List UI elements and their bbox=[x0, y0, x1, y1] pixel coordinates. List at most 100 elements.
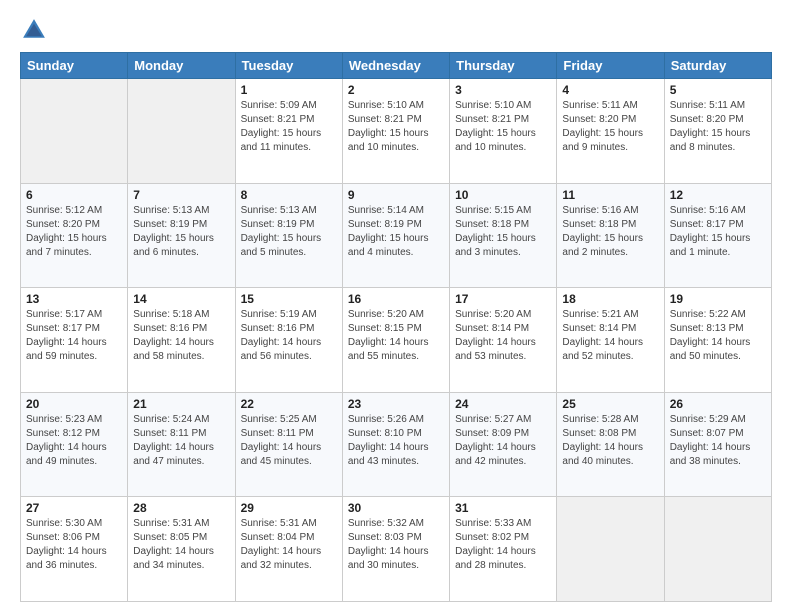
day-number: 6 bbox=[26, 188, 122, 202]
day-number: 23 bbox=[348, 397, 444, 411]
day-info: Sunrise: 5:33 AMSunset: 8:02 PMDaylight:… bbox=[455, 517, 551, 573]
day-number: 4 bbox=[562, 83, 658, 97]
day-info: Sunrise: 5:26 AMSunset: 8:10 PMDaylight:… bbox=[348, 413, 444, 469]
calendar-cell: 11 Sunrise: 5:16 AMSunset: 8:18 PMDayligh… bbox=[557, 183, 664, 288]
day-number: 11 bbox=[562, 188, 658, 202]
day-number: 16 bbox=[348, 292, 444, 306]
day-number: 2 bbox=[348, 83, 444, 97]
weekday-header-sunday: Sunday bbox=[21, 53, 128, 79]
day-number: 1 bbox=[241, 83, 337, 97]
calendar-cell: 31 Sunrise: 5:33 AMSunset: 8:02 PMDayligh… bbox=[450, 497, 557, 602]
day-info: Sunrise: 5:24 AMSunset: 8:11 PMDaylight:… bbox=[133, 413, 229, 469]
day-number: 14 bbox=[133, 292, 229, 306]
day-info: Sunrise: 5:20 AMSunset: 8:15 PMDaylight:… bbox=[348, 308, 444, 364]
day-info: Sunrise: 5:13 AMSunset: 8:19 PMDaylight:… bbox=[241, 204, 337, 260]
calendar-cell bbox=[664, 497, 771, 602]
day-info: Sunrise: 5:23 AMSunset: 8:12 PMDaylight:… bbox=[26, 413, 122, 469]
day-number: 28 bbox=[133, 501, 229, 515]
day-info: Sunrise: 5:25 AMSunset: 8:11 PMDaylight:… bbox=[241, 413, 337, 469]
day-info: Sunrise: 5:31 AMSunset: 8:04 PMDaylight:… bbox=[241, 517, 337, 573]
day-info: Sunrise: 5:16 AMSunset: 8:17 PMDaylight:… bbox=[670, 204, 766, 260]
day-number: 13 bbox=[26, 292, 122, 306]
calendar-cell: 17Sunrise: 5:20 AMSunset: 8:14 PMDayligh… bbox=[450, 288, 557, 393]
calendar-cell: 9 Sunrise: 5:14 AMSunset: 8:19 PMDaylight… bbox=[342, 183, 449, 288]
weekday-header-row: SundayMondayTuesdayWednesdayThursdayFrid… bbox=[21, 53, 772, 79]
calendar-cell: 30Sunrise: 5:32 AMSunset: 8:03 PMDayligh… bbox=[342, 497, 449, 602]
day-info: Sunrise: 5:12 AMSunset: 8:20 PMDaylight:… bbox=[26, 204, 122, 260]
logo bbox=[20, 16, 52, 44]
calendar-cell bbox=[557, 497, 664, 602]
day-number: 19 bbox=[670, 292, 766, 306]
day-info: Sunrise: 5:20 AMSunset: 8:14 PMDaylight:… bbox=[455, 308, 551, 364]
day-info: Sunrise: 5:31 AMSunset: 8:05 PMDaylight:… bbox=[133, 517, 229, 573]
day-number: 9 bbox=[348, 188, 444, 202]
weekday-header-friday: Friday bbox=[557, 53, 664, 79]
calendar-cell bbox=[21, 79, 128, 184]
calendar-cell: 25 Sunrise: 5:28 AMSunset: 8:08 PMDayligh… bbox=[557, 392, 664, 497]
day-info: Sunrise: 5:22 AMSunset: 8:13 PMDaylight:… bbox=[670, 308, 766, 364]
day-number: 3 bbox=[455, 83, 551, 97]
day-info: Sunrise: 5:18 AMSunset: 8:16 PMDaylight:… bbox=[133, 308, 229, 364]
day-info: Sunrise: 5:10 AMSunset: 8:21 PMDaylight:… bbox=[455, 99, 551, 155]
calendar-cell: 19 Sunrise: 5:22 AMSunset: 8:13 PMDayligh… bbox=[664, 288, 771, 393]
calendar-cell: 13 Sunrise: 5:17 AMSunset: 8:17 PMDayligh… bbox=[21, 288, 128, 393]
day-info: Sunrise: 5:16 AMSunset: 8:18 PMDaylight:… bbox=[562, 204, 658, 260]
day-info: Sunrise: 5:17 AMSunset: 8:17 PMDaylight:… bbox=[26, 308, 122, 364]
day-number: 24 bbox=[455, 397, 551, 411]
day-info: Sunrise: 5:14 AMSunset: 8:19 PMDaylight:… bbox=[348, 204, 444, 260]
weekday-header-wednesday: Wednesday bbox=[342, 53, 449, 79]
logo-icon bbox=[20, 16, 48, 44]
day-number: 12 bbox=[670, 188, 766, 202]
calendar-cell: 18Sunrise: 5:21 AMSunset: 8:14 PMDayligh… bbox=[557, 288, 664, 393]
calendar-cell: 10 Sunrise: 5:15 AMSunset: 8:18 PMDayligh… bbox=[450, 183, 557, 288]
calendar-cell: 2 Sunrise: 5:10 AMSunset: 8:21 PMDaylight… bbox=[342, 79, 449, 184]
calendar-cell: 26 Sunrise: 5:29 AMSunset: 8:07 PMDayligh… bbox=[664, 392, 771, 497]
calendar-cell: 23 Sunrise: 5:26 AMSunset: 8:10 PMDayligh… bbox=[342, 392, 449, 497]
calendar-cell bbox=[128, 79, 235, 184]
calendar-cell: 24 Sunrise: 5:27 AMSunset: 8:09 PMDayligh… bbox=[450, 392, 557, 497]
calendar-cell: 21 Sunrise: 5:24 AMSunset: 8:11 PMDayligh… bbox=[128, 392, 235, 497]
day-info: Sunrise: 5:10 AMSunset: 8:21 PMDaylight:… bbox=[348, 99, 444, 155]
calendar-cell: 3 Sunrise: 5:10 AMSunset: 8:21 PMDaylight… bbox=[450, 79, 557, 184]
week-row-1: 1Sunrise: 5:09 AMSunset: 8:21 PMDaylight… bbox=[21, 79, 772, 184]
day-info: Sunrise: 5:29 AMSunset: 8:07 PMDaylight:… bbox=[670, 413, 766, 469]
calendar-cell: 5 Sunrise: 5:11 AMSunset: 8:20 PMDaylight… bbox=[664, 79, 771, 184]
calendar-cell: 14 Sunrise: 5:18 AMSunset: 8:16 PMDayligh… bbox=[128, 288, 235, 393]
calendar-table: SundayMondayTuesdayWednesdayThursdayFrid… bbox=[20, 52, 772, 602]
day-number: 22 bbox=[241, 397, 337, 411]
day-number: 5 bbox=[670, 83, 766, 97]
calendar-cell: 6 Sunrise: 5:12 AMSunset: 8:20 PMDaylight… bbox=[21, 183, 128, 288]
calendar-cell: 4 Sunrise: 5:11 AMSunset: 8:20 PMDaylight… bbox=[557, 79, 664, 184]
day-number: 26 bbox=[670, 397, 766, 411]
day-number: 25 bbox=[562, 397, 658, 411]
calendar-cell: 16 Sunrise: 5:20 AMSunset: 8:15 PMDayligh… bbox=[342, 288, 449, 393]
week-row-4: 20 Sunrise: 5:23 AMSunset: 8:12 PMDayligh… bbox=[21, 392, 772, 497]
day-number: 27 bbox=[26, 501, 122, 515]
day-number: 20 bbox=[26, 397, 122, 411]
day-info: Sunrise: 5:21 AMSunset: 8:14 PMDaylight:… bbox=[562, 308, 658, 364]
day-number: 21 bbox=[133, 397, 229, 411]
day-number: 7 bbox=[133, 188, 229, 202]
weekday-header-tuesday: Tuesday bbox=[235, 53, 342, 79]
day-info: Sunrise: 5:15 AMSunset: 8:18 PMDaylight:… bbox=[455, 204, 551, 260]
calendar-cell: 22 Sunrise: 5:25 AMSunset: 8:11 PMDayligh… bbox=[235, 392, 342, 497]
day-info: Sunrise: 5:32 AMSunset: 8:03 PMDaylight:… bbox=[348, 517, 444, 573]
day-info: Sunrise: 5:30 AMSunset: 8:06 PMDaylight:… bbox=[26, 517, 122, 573]
day-number: 10 bbox=[455, 188, 551, 202]
calendar-cell: 20 Sunrise: 5:23 AMSunset: 8:12 PMDayligh… bbox=[21, 392, 128, 497]
day-info: Sunrise: 5:28 AMSunset: 8:08 PMDaylight:… bbox=[562, 413, 658, 469]
calendar-cell: 29Sunrise: 5:31 AMSunset: 8:04 PMDayligh… bbox=[235, 497, 342, 602]
day-info: Sunrise: 5:11 AMSunset: 8:20 PMDaylight:… bbox=[670, 99, 766, 155]
calendar-cell: 27 Sunrise: 5:30 AMSunset: 8:06 PMDayligh… bbox=[21, 497, 128, 602]
calendar-cell: 7Sunrise: 5:13 AMSunset: 8:19 PMDaylight… bbox=[128, 183, 235, 288]
day-number: 8 bbox=[241, 188, 337, 202]
day-info: Sunrise: 5:27 AMSunset: 8:09 PMDaylight:… bbox=[455, 413, 551, 469]
header bbox=[20, 16, 772, 44]
day-info: Sunrise: 5:11 AMSunset: 8:20 PMDaylight:… bbox=[562, 99, 658, 155]
day-number: 31 bbox=[455, 501, 551, 515]
calendar-cell: 1Sunrise: 5:09 AMSunset: 8:21 PMDaylight… bbox=[235, 79, 342, 184]
calendar-cell: 15 Sunrise: 5:19 AMSunset: 8:16 PMDayligh… bbox=[235, 288, 342, 393]
calendar-cell: 12 Sunrise: 5:16 AMSunset: 8:17 PMDayligh… bbox=[664, 183, 771, 288]
day-number: 15 bbox=[241, 292, 337, 306]
day-info: Sunrise: 5:19 AMSunset: 8:16 PMDaylight:… bbox=[241, 308, 337, 364]
